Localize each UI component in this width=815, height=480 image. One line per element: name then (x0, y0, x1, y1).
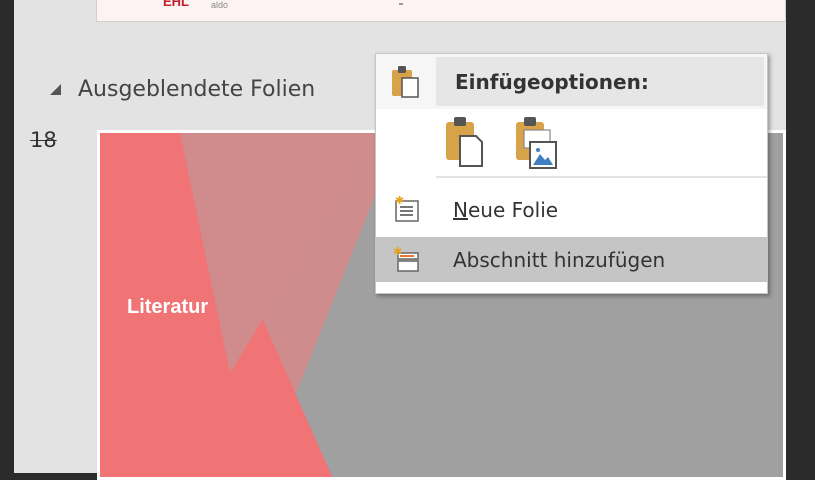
collapse-triangle-icon[interactable] (50, 83, 61, 95)
new-slide-icon: ✱ (376, 195, 436, 225)
menu-item-label: Abschnitt hinzufügen (453, 247, 666, 272)
menu-item-label: Neue Folie (453, 197, 559, 222)
scrollbar-track[interactable] (786, 0, 815, 473)
slide-number: 18 (30, 128, 57, 152)
menu-item-add-section[interactable]: ✱ Abschnitt hinzufügen (376, 237, 767, 282)
add-section-icon: ✱ (376, 245, 436, 275)
svg-text:✱: ✱ (395, 195, 404, 207)
paste-as-picture-icon[interactable] (508, 114, 560, 170)
menu-item-new-slide[interactable]: ✱ Neue Folie (376, 187, 767, 232)
svg-text:✱: ✱ (393, 245, 402, 258)
slide-title: Literatur (127, 296, 209, 318)
clipboard-icon (388, 64, 424, 104)
section-header[interactable]: Ausgeblendete Folien (50, 74, 315, 104)
window-edge-left (0, 0, 14, 473)
paste-keep-source-icon[interactable] (436, 114, 488, 170)
paste-options-row (436, 114, 560, 174)
slide-logo-subtitle: aldo (211, 0, 229, 10)
slide-thumbnail-previous[interactable]: EHL aldo (96, 0, 786, 22)
slide-decoration (399, 3, 403, 5)
paste-options-title: Einfügeoptionen: (455, 70, 649, 94)
paste-options-header: Einfügeoptionen: (376, 54, 767, 109)
slide-logo: EHL (163, 0, 189, 9)
section-title: Ausgeblendete Folien (78, 76, 316, 102)
context-menu: Einfügeoptionen: ✱ Neue Folie ✱ Abschnit… (375, 53, 768, 294)
menu-separator (436, 176, 767, 178)
